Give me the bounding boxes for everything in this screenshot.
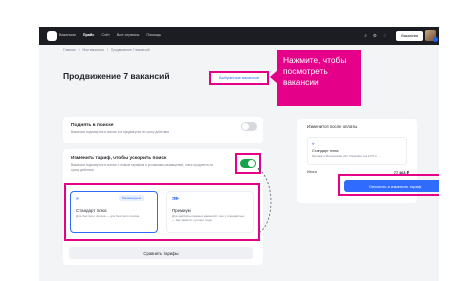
app-window: Вакансии Прайс Счёт Все сервисы Помощь ⌕… <box>39 27 439 281</box>
search-icon[interactable]: ⌕ <box>364 33 367 39</box>
nav-item-price[interactable]: Прайс <box>83 33 95 37</box>
compare-tariffs-button[interactable]: Сравнить тарифы <box>69 247 253 259</box>
nav-item-account[interactable]: Счёт <box>101 33 110 37</box>
breadcrumb-separator: / <box>106 48 108 52</box>
raise-option-description: Вакансии поднимутся в поиске и в продвиг… <box>71 130 170 134</box>
breadcrumb: Главная / Мои вакансии / Продвижение 7 в… <box>63 48 150 52</box>
tariff-card-premium[interactable]: ⋙ Премиум Для наиболее важных вакансий, … <box>166 191 254 233</box>
breadcrumb-home[interactable]: Главная <box>63 48 76 52</box>
top-navigation-bar: Вакансии Прайс Счёт Все сервисы Помощь ⌕… <box>39 27 439 45</box>
selected-vacancies-link[interactable]: Выбранные вакансии <box>209 71 269 85</box>
tariffs-highlight: » Рекомендуем Стандарт плюс Для быстрого… <box>64 183 260 241</box>
main-nav: Вакансии Прайс Счёт Все сервисы Помощь <box>59 33 161 37</box>
raise-toggle[interactable] <box>241 122 257 131</box>
summary-tariff-name: Стандарт плюс <box>312 149 339 153</box>
tariff-description: Для быстрого поиска — для быстрого поиск… <box>76 214 140 218</box>
double-chevron-icon: » <box>312 141 315 146</box>
total-label: Итого <box>307 170 317 174</box>
breadcrumb-my-vacancies[interactable]: Мои вакансии <box>82 48 103 52</box>
tariff-name: Премиум <box>172 208 191 213</box>
breadcrumb-separator: / <box>78 48 80 52</box>
callout-hint: Нажмите, чтобы посмотреть вакансии <box>277 50 361 106</box>
raise-option-title: Поднять в поиске <box>71 123 114 128</box>
vacancies-button[interactable]: Вакансии <box>396 31 423 41</box>
summary-tariff-description: Москва и Московская обл. Разработчик в И… <box>312 154 381 158</box>
tariff-toggle[interactable] <box>240 159 256 168</box>
notification-badge <box>433 37 438 42</box>
tariff-description: Для наиболее важных вакансий, чем у стан… <box>172 214 245 223</box>
bell-icon[interactable]: ♢ <box>383 33 387 39</box>
logo-icon[interactable] <box>47 31 57 41</box>
pay-and-change-tariff-button[interactable]: Оплатить и изменить тариф <box>344 180 439 192</box>
recommended-badge: Рекомендуем <box>119 195 144 201</box>
nav-item-help[interactable]: Помощь <box>146 33 161 37</box>
nav-item-all-services[interactable]: Все сервисы <box>117 33 140 37</box>
nav-item-vacancies[interactable]: Вакансии <box>59 33 76 37</box>
settings-icon[interactable]: ⚙ <box>373 33 377 39</box>
triple-chevron-icon: ⋙ <box>172 196 180 202</box>
summary-tariff-item: » Стандарт плюс Москва и Московская обл.… <box>307 137 407 165</box>
breadcrumb-current: Продвижение 7 вакансий <box>110 48 150 52</box>
summary-title: Изменится после оплаты <box>307 124 358 129</box>
tariff-card-standard-plus[interactable]: » Рекомендуем Стандарт плюс Для быстрого… <box>70 191 158 233</box>
tariff-option-description: Вакансии поднимутся в поиске с новым тар… <box>71 163 214 172</box>
tariff-option-title: Изменить тариф, чтобы ускорить поиск <box>71 156 167 161</box>
header-icons: ⌕ ⚙ ♢ <box>364 33 387 39</box>
tariff-name: Стандарт плюс <box>76 208 108 213</box>
page-title: Продвижение 7 вакансий <box>63 71 170 81</box>
double-chevron-icon: » <box>76 196 79 202</box>
pay-button-highlight: Оплатить и изменить тариф <box>338 174 439 196</box>
dashed-connector <box>257 167 272 234</box>
